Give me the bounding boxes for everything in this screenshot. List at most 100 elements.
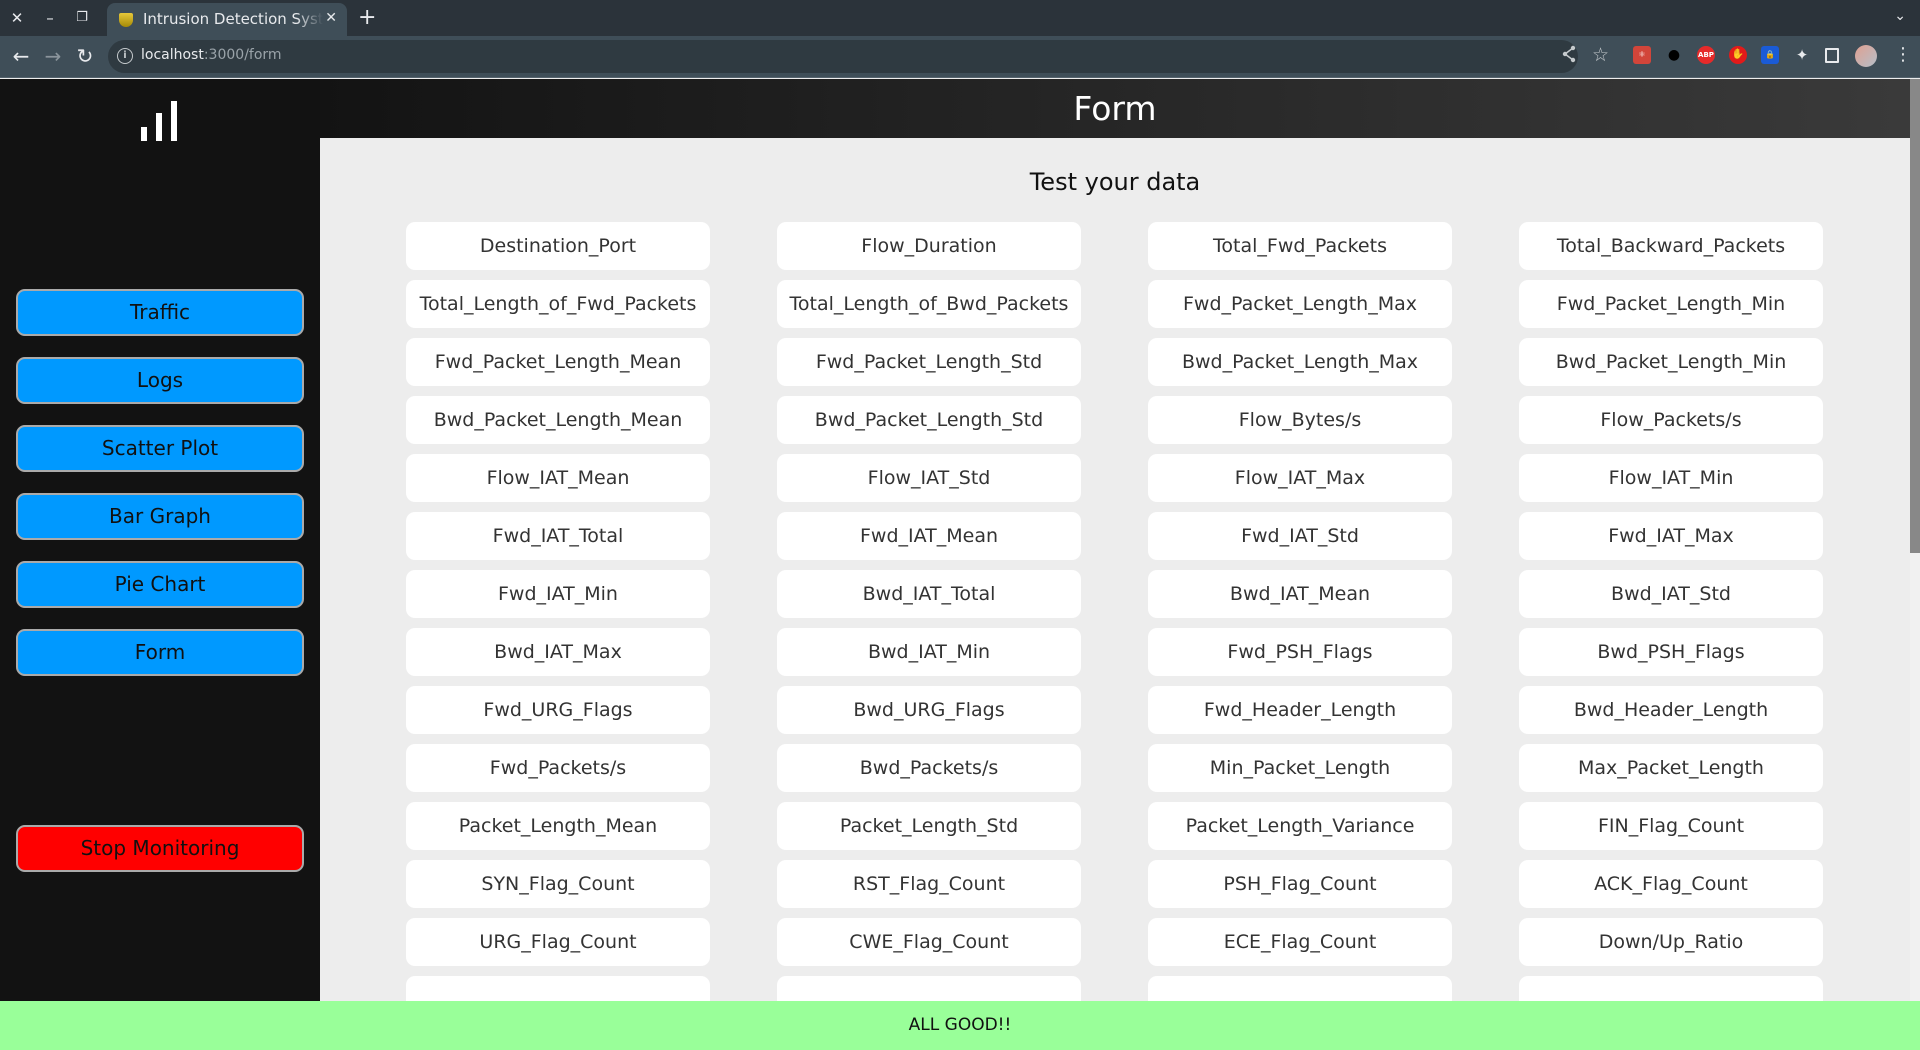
- sidebar: Traffic Logs Scatter Plot Bar Graph Pie …: [0, 79, 320, 1001]
- total-fwd-packets-input[interactable]: [1148, 222, 1452, 270]
- field-55-input[interactable]: [1519, 976, 1823, 1001]
- packet-length-mean-input[interactable]: [406, 802, 710, 850]
- fwd-iat-total-input[interactable]: [406, 512, 710, 560]
- fwd-packet-length-min-input[interactable]: [1519, 280, 1823, 328]
- fin-flag-count-input[interactable]: [1519, 802, 1823, 850]
- bwd-iat-std-input[interactable]: [1519, 570, 1823, 618]
- flow-iat-mean-input[interactable]: [406, 454, 710, 502]
- new-tab-plus-icon[interactable]: +: [358, 5, 376, 30]
- bar-chart-logo-icon: [141, 99, 181, 141]
- min-packet-length-input[interactable]: [1148, 744, 1452, 792]
- bwd-packet-length-min-input[interactable]: [1519, 338, 1823, 386]
- flow-packets-s-input[interactable]: [1519, 396, 1823, 444]
- fwd-packet-length-max-input[interactable]: [1148, 280, 1452, 328]
- status-bar: ALL GOOD!!: [0, 1001, 1920, 1050]
- scrollbar-thumb[interactable]: [1910, 79, 1920, 553]
- tab-close-icon[interactable]: ✕: [325, 10, 337, 26]
- syn-flag-count-input[interactable]: [406, 860, 710, 908]
- fwd-psh-flags-input[interactable]: [1148, 628, 1452, 676]
- back-arrow-icon[interactable]: ←: [9, 44, 33, 68]
- address-bar[interactable]: i localhost:3000/form ☆: [108, 40, 1609, 73]
- total-backward-packets-input[interactable]: [1519, 222, 1823, 270]
- destination-port-input[interactable]: [406, 222, 710, 270]
- bwd-packet-length-max-input[interactable]: [1148, 338, 1452, 386]
- share-icon[interactable]: [1561, 45, 1577, 67]
- total-length-of-bwd-packets-input[interactable]: [777, 280, 1081, 328]
- fwd-packets-s-input[interactable]: [406, 744, 710, 792]
- tab-title: Intrusion Detection System: [143, 10, 323, 28]
- shield-favicon-icon: [119, 13, 133, 27]
- down-up-ratio-input[interactable]: [1519, 918, 1823, 966]
- tab-search-chevron-icon[interactable]: ⌄: [1894, 8, 1906, 24]
- psh-flag-count-input[interactable]: [1148, 860, 1452, 908]
- profile-avatar[interactable]: [1855, 45, 1877, 67]
- fwd-iat-min-input[interactable]: [406, 570, 710, 618]
- bwd-iat-max-input[interactable]: [406, 628, 710, 676]
- fwd-iat-std-input[interactable]: [1148, 512, 1452, 560]
- adblock-extension-icon[interactable]: ✋: [1729, 46, 1747, 64]
- url-path: :3000/form: [203, 47, 282, 63]
- stop-monitoring-button[interactable]: Stop Monitoring: [16, 825, 304, 872]
- bwd-packet-length-mean-input[interactable]: [406, 396, 710, 444]
- rst-flag-count-input[interactable]: [777, 860, 1081, 908]
- field-54-input[interactable]: [1148, 976, 1452, 1001]
- bookmark-star-icon[interactable]: ☆: [1592, 44, 1609, 66]
- ack-flag-count-input[interactable]: [1519, 860, 1823, 908]
- bwd-packets-s-input[interactable]: [777, 744, 1081, 792]
- form-container: Test your data: [320, 138, 1910, 1001]
- sidebar-item-logs[interactable]: Logs: [16, 357, 304, 404]
- window-restore-icon[interactable]: ❐: [72, 8, 92, 28]
- window-minimize-icon[interactable]: –: [40, 8, 60, 28]
- page-header: Form: [320, 79, 1910, 138]
- cwe-flag-count-input[interactable]: [777, 918, 1081, 966]
- fwd-header-length-input[interactable]: [1148, 686, 1452, 734]
- flow-bytes-s-input[interactable]: [1148, 396, 1452, 444]
- flow-iat-std-input[interactable]: [777, 454, 1081, 502]
- field-52-input[interactable]: [406, 976, 710, 1001]
- reload-icon[interactable]: ↻: [73, 44, 97, 68]
- menu-kebab-icon[interactable]: ⋮: [1894, 44, 1912, 65]
- bwd-urg-flags-input[interactable]: [777, 686, 1081, 734]
- fwd-iat-max-input[interactable]: [1519, 512, 1823, 560]
- flow-duration-input[interactable]: [777, 222, 1081, 270]
- packet-length-std-input[interactable]: [777, 802, 1081, 850]
- gnome-extension-icon[interactable]: ●: [1665, 46, 1683, 64]
- bwd-header-length-input[interactable]: [1519, 686, 1823, 734]
- fwd-iat-mean-input[interactable]: [777, 512, 1081, 560]
- window-close-icon[interactable]: ✕: [7, 8, 27, 28]
- sidebar-item-bar-graph[interactable]: Bar Graph: [16, 493, 304, 540]
- page-title: Form: [1073, 89, 1157, 128]
- bitwarden-extension-icon[interactable]: 🔒: [1761, 46, 1779, 64]
- bwd-packet-length-std-input[interactable]: [777, 396, 1081, 444]
- packet-length-variance-input[interactable]: [1148, 802, 1452, 850]
- sidebar-item-scatter-plot[interactable]: Scatter Plot: [16, 425, 304, 472]
- bwd-iat-min-input[interactable]: [777, 628, 1081, 676]
- browser-tab[interactable]: Intrusion Detection System ✕: [107, 3, 347, 36]
- fwd-packet-length-std-input[interactable]: [777, 338, 1081, 386]
- flow-iat-min-input[interactable]: [1519, 454, 1823, 502]
- max-packet-length-input[interactable]: [1519, 744, 1823, 792]
- ece-flag-count-input[interactable]: [1148, 918, 1452, 966]
- total-length-of-fwd-packets-input[interactable]: [406, 280, 710, 328]
- browser-toolbar: ← → ↻ i localhost:3000/form ☆ ⚛ ● ABP ✋ …: [0, 36, 1920, 78]
- field-53-input[interactable]: [777, 976, 1081, 1001]
- fwd-packet-length-mean-input[interactable]: [406, 338, 710, 386]
- sidebar-item-traffic[interactable]: Traffic: [16, 289, 304, 336]
- flow-iat-max-input[interactable]: [1148, 454, 1452, 502]
- side-panel-icon[interactable]: [1825, 48, 1839, 63]
- url-text[interactable]: localhost:3000/form: [141, 47, 282, 63]
- sidebar-item-pie-chart[interactable]: Pie Chart: [16, 561, 304, 608]
- bwd-iat-total-input[interactable]: [777, 570, 1081, 618]
- forward-arrow-icon[interactable]: →: [41, 44, 65, 68]
- page-scrollbar[interactable]: [1910, 79, 1920, 1001]
- react-devtools-extension-icon[interactable]: ⚛: [1633, 46, 1651, 64]
- bwd-psh-flags-input[interactable]: [1519, 628, 1823, 676]
- urg-flag-count-input[interactable]: [406, 918, 710, 966]
- adblock-plus-extension-icon[interactable]: ABP: [1697, 46, 1715, 64]
- sidebar-item-form[interactable]: Form: [16, 629, 304, 676]
- bwd-iat-mean-input[interactable]: [1148, 570, 1452, 618]
- fwd-urg-flags-input[interactable]: [406, 686, 710, 734]
- extensions-puzzle-icon[interactable]: ✦: [1793, 46, 1811, 64]
- site-info-icon[interactable]: i: [117, 48, 133, 64]
- form-fields-grid: [406, 222, 1823, 1001]
